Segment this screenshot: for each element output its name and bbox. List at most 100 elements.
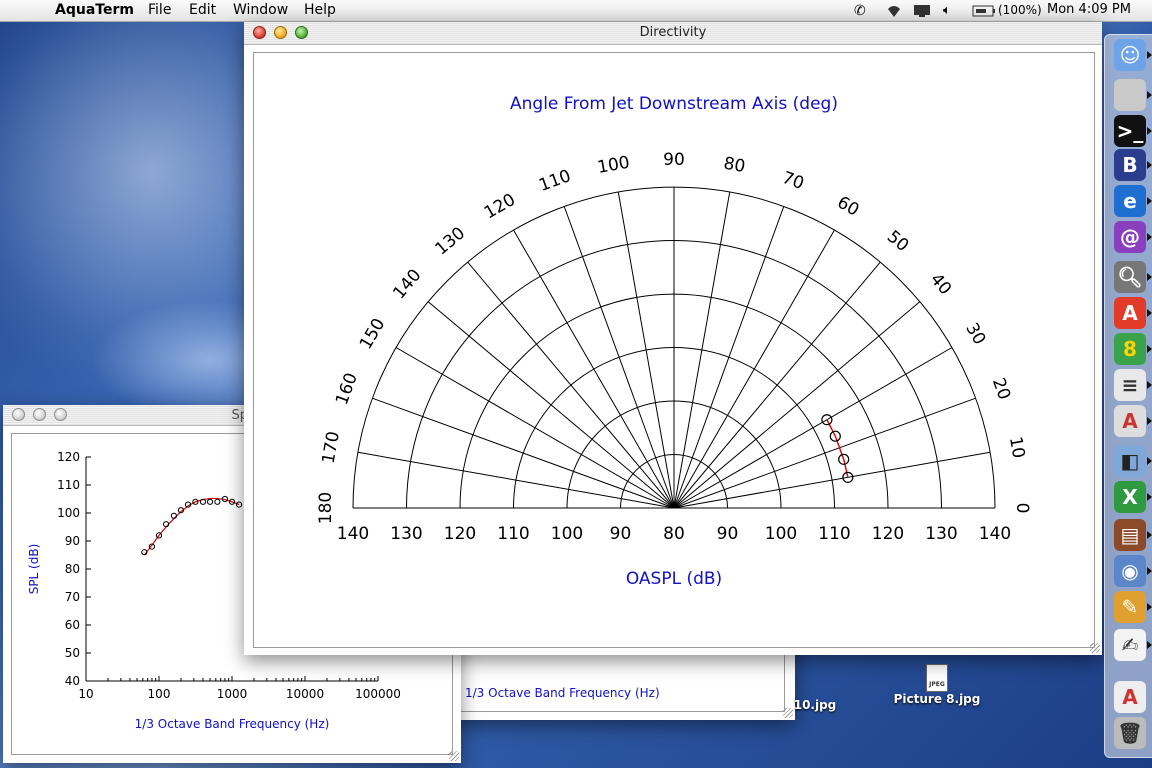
polar-xlabel: OASPL (dB) [626,569,722,589]
jpeg-badge: JPEG [929,681,945,688]
desktop-file-label: Picture 8.jpg [893,692,981,706]
spectrum-y-tick-label: 40 [65,674,80,688]
acrobat-icon[interactable]: A [1114,297,1146,329]
running-indicator-icon [1147,603,1152,611]
phone-icon[interactable]: ✆ [854,3,866,19]
pdf-doc-icon[interactable]: A [1114,681,1146,713]
eudora-icon[interactable]: @ [1114,221,1146,253]
stuffit-icon[interactable]: ▤ [1114,519,1146,551]
spectrum-y-tick-label: 70 [65,590,80,604]
angle-tick-label: 140 [389,265,425,303]
angle-tick-label: 80 [722,154,747,177]
project-icon[interactable]: ◧ [1114,445,1146,477]
spectrum-y-tick-label: 90 [65,534,80,548]
note-icon[interactable]: ✍ [1114,629,1146,661]
aquaterm-icon[interactable]: 8 [1114,333,1146,365]
volume-icon[interactable]: 🔈︎ [943,3,951,18]
polar-spoke [673,206,785,509]
spectrum-x-tick-label: 100000 [355,687,401,701]
polar-title: Angle From Jet Downstream Axis (deg) [510,94,838,114]
sherlock-icon[interactable]: 🔍︎ [1114,261,1146,293]
spectrum-x-tick-label: 100 [148,687,171,701]
running-indicator-icon [1147,273,1152,281]
running-indicator-icon [1147,417,1152,425]
directivity-titlebar[interactable]: Directivity [244,22,1102,45]
running-indicator-icon [1147,51,1152,59]
battery-percent: (100%) [998,3,1042,17]
desktop-file-picture8[interactable]: JPEG Picture 8.jpg [892,664,982,706]
bbedit-icon[interactable]: B [1114,149,1146,181]
running-indicator-icon [1147,531,1152,539]
directivity-resize-handle[interactable] [1090,643,1100,653]
desktop-file-label: 10.jpg [793,698,837,712]
running-indicator-icon [1147,309,1152,317]
menubar-clock[interactable]: Mon 4:09 PM [1047,2,1131,17]
spectrum-x-tick-label: 1000 [217,687,248,701]
desktop-file-10jpg[interactable]: 10.jpg [790,684,840,712]
running-indicator-icon [1147,233,1152,241]
trash-icon[interactable]: 🗑︎ [1114,717,1146,749]
angle-tick-label: 50 [883,227,912,256]
battery-icon[interactable] [972,5,996,17]
excel-icon[interactable]: X [1114,481,1146,513]
radial-tick-label: 100 [551,524,583,544]
spectrum-data-point [170,512,178,519]
preview-icon[interactable]: A [1114,405,1146,437]
radial-tick-label: 120 [872,524,904,544]
window-menu[interactable]: Window [233,2,288,18]
finder-icon[interactable]: ☺ [1114,39,1146,71]
running-indicator-icon [1147,127,1152,135]
running-indicator-icon [1147,493,1152,501]
terminal-icon[interactable]: >_ [1114,115,1146,147]
spectrum-resize-handle[interactable] [449,751,459,761]
angle-tick-label: 100 [596,153,631,178]
help-menu[interactable]: Help [304,2,336,18]
spectrum-xlabel: 1/3 Octave Band Frequency (Hz) [135,717,330,731]
radial-tick-label: 120 [444,524,476,544]
running-indicator-icon [1147,381,1152,389]
spectrum-y-tick-label: 80 [65,562,80,576]
angle-tick-label: 130 [431,223,469,259]
jpeg-file-icon: JPEG [926,664,948,692]
radial-tick-label: 100 [765,524,797,544]
angle-tick-label: 40 [926,270,955,299]
angle-tick-label: 90 [663,150,685,170]
angle-tick-label: 30 [961,320,989,349]
directivity-window-title: Directivity [639,25,707,40]
running-indicator-icon [1147,197,1152,205]
spectrum-data-point [214,498,221,505]
display-icon[interactable] [913,4,931,18]
system-prefs-icon[interactable] [1114,79,1146,111]
radial-tick-label: 110 [497,524,529,544]
spectrum-data-point [235,501,243,508]
angle-tick-label: 0 [1012,503,1032,514]
angle-tick-label: 60 [834,193,863,221]
radial-tick-label: 80 [663,524,685,544]
radial-tick-label: 110 [818,524,850,544]
running-indicator-icon [1147,161,1152,169]
iphoto-icon[interactable]: ◉ [1114,555,1146,587]
polar-spoke [372,397,675,509]
directivity-window[interactable]: Directivity Angle From Jet Downstream Ax… [244,22,1102,655]
radial-tick-label: 90 [717,524,739,544]
spectrum-data-point [206,498,214,505]
internet-explorer-icon[interactable]: e [1114,185,1146,217]
spectrum-y-tick-label: 110 [57,478,80,492]
wifi-icon[interactable] [884,3,904,19]
directivity-plot-area: Angle From Jet Downstream Axis (deg) 0 10 2… [253,52,1095,648]
running-indicator-icon [1147,345,1152,353]
running-indicator-icon [1147,567,1152,575]
polar-spoke [563,206,675,509]
edit-menu[interactable]: Edit [189,2,216,18]
running-indicator-icon [1147,457,1152,465]
angle-tick-label: 110 [536,166,573,196]
spectrum-fit-curve [143,497,240,556]
spectrum-x-tick-label: 10 [78,687,93,701]
file-menu[interactable]: File [148,2,171,18]
app-menu[interactable]: AquaTerm [55,2,134,18]
spectrum-y-tick-label: 60 [65,618,80,632]
pen-icon[interactable]: ✎ [1114,591,1146,623]
spectrum-y-tick-label: 50 [65,646,80,660]
textedit-icon[interactable]: ≡ [1114,369,1146,401]
radial-tick-label: 140 [337,524,369,544]
